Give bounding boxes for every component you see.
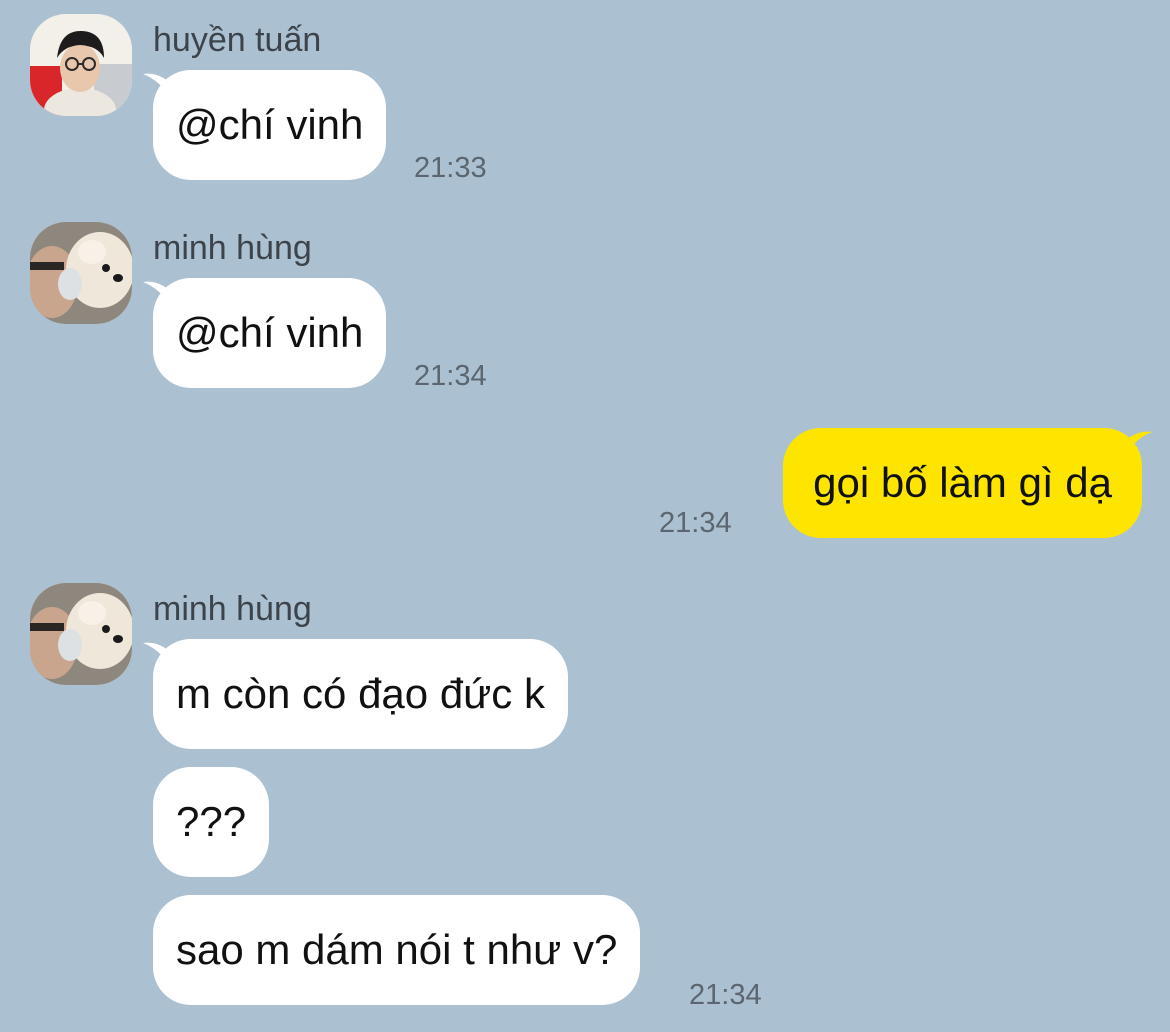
message-bubble[interactable]: ??? [153,767,270,877]
bubble-tail [1126,431,1152,454]
sent-message-bubble[interactable]: gọi bố làm gì dạ [783,428,1142,538]
message-timestamp: 21:34 [414,360,487,392]
message-bubble[interactable]: sao m dám nói t như v? [153,895,641,1005]
message-timestamp: 21:33 [414,152,487,184]
chat-thread: huyền tuấn @chí vinh 21:33 minh hùng @ch… [0,0,1170,1032]
minh-hung-avatar[interactable] [30,583,132,685]
huyen-tuan-avatar[interactable] [30,14,132,116]
message-timestamp: 21:34 [659,507,732,539]
message-bubble[interactable]: @chí vinh [153,278,387,388]
minh-hung-avatar[interactable] [30,222,132,324]
sender-name: minh hùng [153,229,312,267]
message-bubble[interactable]: m còn có đạo đức k [153,639,568,749]
sender-name: minh hùng [153,590,312,628]
message-timestamp: 21:34 [689,979,762,1011]
sender-name: huyền tuấn [153,21,322,59]
message-bubble[interactable]: @chí vinh [153,70,387,180]
